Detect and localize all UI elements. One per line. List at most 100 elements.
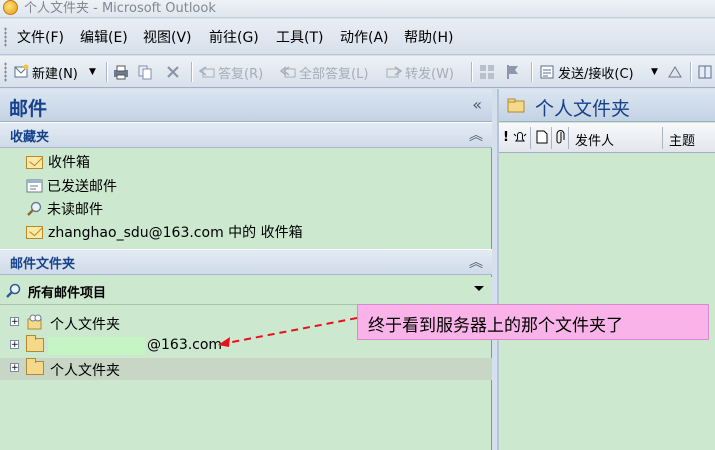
- forward-button[interactable]: 转发(W): [386, 61, 454, 83]
- chevron-down-icon[interactable]: [474, 286, 484, 291]
- sent-items-icon: [26, 178, 43, 194]
- annotation-arrow: [218, 317, 358, 347]
- new-button-label: 新建(N): [32, 66, 78, 82]
- inbox-icon: [26, 155, 43, 169]
- print-button[interactable]: [113, 61, 132, 83]
- nav-pane-header: 邮件 «: [0, 89, 492, 122]
- send-receive-label: 发送/接收(C): [558, 66, 634, 82]
- find-icon: [667, 64, 683, 80]
- nav-pane-title: 邮件: [9, 98, 48, 120]
- toolbar-separator: [531, 62, 532, 82]
- paperclip-icon[interactable]: [556, 130, 566, 148]
- folder-icon: [507, 97, 525, 113]
- title-bar: 个人文件夹 - Microsoft Outlook: [0, 0, 715, 18]
- toolbar-separator: [106, 62, 107, 82]
- view-grid-button[interactable]: [479, 61, 498, 83]
- send-receive-icon: [539, 64, 555, 80]
- menubar-grip[interactable]: [4, 27, 7, 47]
- personal-folders-icon: [26, 313, 42, 330]
- annotation-text: 终于看到服务器上的那个文件夹了: [368, 316, 623, 336]
- reply-all-button[interactable]: 全部答复(L): [279, 61, 369, 83]
- expand-plus-icon[interactable]: +: [10, 340, 19, 350]
- tree-item-label: @163.com: [147, 337, 223, 353]
- send-receive-dropdown-arrow[interactable]: ▼: [651, 61, 658, 83]
- annotation-callout: 终于看到服务器上的那个文件夹了: [357, 304, 709, 340]
- mail-folders-section-header[interactable]: 邮件文件夹 ︽: [0, 249, 492, 275]
- menu-file[interactable]: 文件(F): [17, 27, 64, 47]
- column-headers: ! 发件人 主题: [499, 123, 715, 153]
- column-divider[interactable]: [662, 127, 663, 149]
- menu-actions[interactable]: 动作(A): [340, 27, 389, 47]
- printer-icon: [113, 64, 129, 80]
- reply-button[interactable]: 答复(R): [198, 61, 264, 83]
- icon-column-page-icon[interactable]: [536, 130, 548, 148]
- expand-plus-icon[interactable]: +: [10, 317, 19, 327]
- expand-plus-icon[interactable]: +: [10, 363, 19, 373]
- toolbar-separator: [471, 62, 472, 82]
- favorites-title: 收藏夹: [10, 130, 50, 145]
- all-mail-items-selector[interactable]: 所有邮件项目: [0, 277, 492, 305]
- reply-label: 答复(R): [218, 66, 264, 82]
- move-folder-icon: [137, 64, 153, 80]
- flag-icon: [505, 64, 521, 80]
- column-divider[interactable]: [551, 127, 552, 149]
- move-to-folder-button[interactable]: [137, 61, 156, 83]
- reminder-bell-icon[interactable]: [513, 130, 527, 148]
- menu-help[interactable]: 帮助(H): [404, 27, 453, 47]
- folder-icon: [26, 358, 44, 375]
- all-mail-items-label: 所有邮件项目: [28, 286, 107, 301]
- menu-bar: 文件(F) 编辑(E) 视图(V) 前往(G) 工具(T) 动作(A) 帮助(H…: [0, 19, 715, 55]
- toolbar-separator: [191, 62, 192, 82]
- column-divider[interactable]: [568, 127, 569, 149]
- reply-all-icon: [279, 64, 296, 80]
- menu-go[interactable]: 前往(G): [209, 27, 259, 47]
- forward-label: 转发(W): [405, 66, 454, 82]
- tree-item-label: 个人文件夹: [50, 317, 120, 333]
- chevron-up-icon[interactable]: ︽: [469, 252, 483, 272]
- favorite-163-inbox[interactable]: zhanghao_sdu@163.com 中的 收件箱: [26, 222, 303, 242]
- reply-icon: [198, 64, 215, 80]
- forward-icon: [386, 64, 403, 80]
- importance-column[interactable]: !: [503, 130, 509, 145]
- message-list-pane: 个人文件夹 ! 发件人 主题: [497, 89, 715, 450]
- chevron-up-icon[interactable]: ︽: [469, 125, 483, 145]
- new-mail-icon: [13, 64, 29, 80]
- favorite-inbox[interactable]: 收件箱: [26, 152, 90, 172]
- new-button[interactable]: 新建(N): [13, 61, 78, 83]
- favorite-label: 收件箱: [48, 155, 90, 171]
- collapse-pane-button[interactable]: «: [472, 95, 482, 114]
- mailbox-folder-icon: [26, 335, 44, 352]
- grid-icon: [479, 64, 495, 80]
- subject-column[interactable]: 主题: [669, 130, 695, 149]
- from-column[interactable]: 发件人: [575, 130, 614, 149]
- favorite-sent-items[interactable]: 已发送邮件: [26, 176, 117, 196]
- folder-title: 个人文件夹: [535, 98, 631, 120]
- window-title: 个人文件夹 - Microsoft Outlook: [24, 1, 216, 16]
- favorite-unread-mail[interactable]: 未读邮件: [26, 199, 103, 219]
- tree-item-personal-folders-2[interactable]: + 个人文件夹: [0, 358, 492, 380]
- folder-header: 个人文件夹: [499, 89, 715, 122]
- reply-all-label: 全部答复(L): [299, 66, 369, 82]
- favorite-label: 未读邮件: [47, 202, 103, 218]
- favorite-label: 已发送邮件: [47, 179, 117, 195]
- toolbar-grip[interactable]: [4, 62, 7, 82]
- column-divider[interactable]: [530, 127, 531, 149]
- follow-up-flag-button[interactable]: [505, 61, 524, 83]
- new-dropdown-arrow[interactable]: ▼: [89, 61, 96, 83]
- address-book-icon: [697, 64, 713, 80]
- address-book-button[interactable]: [697, 61, 715, 83]
- outlook-app-icon[interactable]: [3, 0, 18, 15]
- toolbar-separator: [690, 62, 691, 82]
- favorites-section-header[interactable]: 收藏夹 ︽: [0, 122, 492, 148]
- menu-view[interactable]: 视图(V): [143, 27, 192, 47]
- send-receive-button[interactable]: 发送/接收(C): [539, 61, 634, 83]
- redacted-account-name: [48, 337, 145, 355]
- inbox-icon: [26, 225, 43, 239]
- tree-item-label: 个人文件夹: [50, 363, 120, 379]
- menu-edit[interactable]: 编辑(E): [80, 27, 128, 47]
- mail-folders-title: 邮件文件夹: [10, 257, 76, 272]
- menu-tools[interactable]: 工具(T): [276, 27, 323, 47]
- favorite-label: zhanghao_sdu@163.com 中的 收件箱: [48, 225, 303, 241]
- delete-button[interactable]: [165, 61, 184, 83]
- find-button[interactable]: [667, 61, 686, 83]
